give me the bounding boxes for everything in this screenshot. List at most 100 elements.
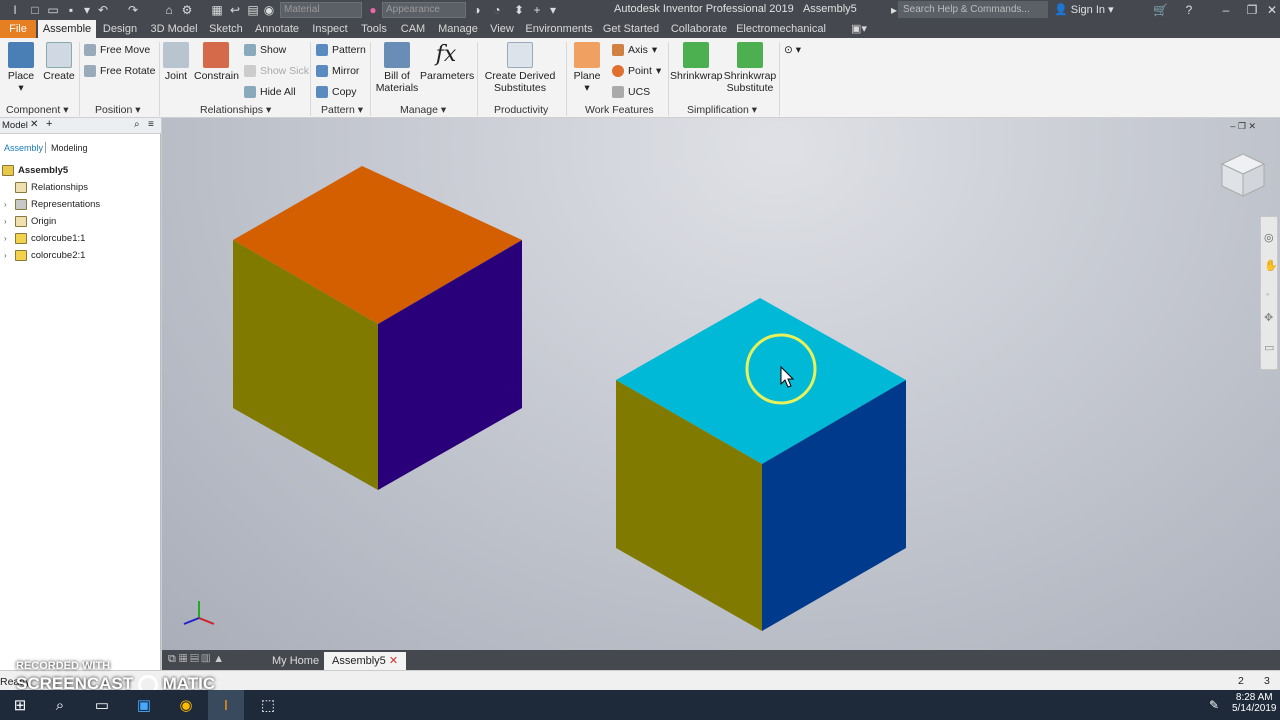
add-browser-icon[interactable]: +: [46, 118, 52, 130]
free-move-button[interactable]: Free Move: [84, 41, 150, 59]
save-dropdown-icon[interactable]: ▾: [80, 3, 94, 17]
browser-title[interactable]: Model: [2, 120, 28, 131]
ribbon-options-icon[interactable]: ▣▾: [846, 20, 872, 38]
close-button[interactable]: ✕: [1262, 2, 1280, 18]
close-tab-icon[interactable]: ✕: [389, 655, 398, 667]
clear-icon[interactable]: ◔: [490, 3, 504, 17]
new-icon[interactable]: □: [28, 3, 42, 17]
flip-icon[interactable]: ⬍: [512, 3, 526, 17]
pen-icon[interactable]: ✎: [1196, 690, 1232, 720]
graphics-viewport[interactable]: – ❐ ✕ ◎ ✋ ◦ ✥ ▭: [162, 118, 1280, 650]
tab-inspect[interactable]: Inspect: [308, 20, 352, 38]
panel-position[interactable]: Position ▾: [95, 104, 141, 116]
joint-button[interactable]: Joint: [162, 42, 190, 82]
select-icon[interactable]: ▦: [210, 3, 224, 17]
home-icon[interactable]: ⌂: [162, 3, 176, 17]
create-derived-substitutes-button[interactable]: Create Derived Substitutes: [482, 42, 558, 94]
search-icon[interactable]: ⌕: [42, 690, 78, 720]
menu-icon[interactable]: ≡: [148, 119, 154, 130]
app-menu-icon[interactable]: I: [8, 3, 22, 17]
show-sick-button[interactable]: Show Sick: [244, 62, 309, 80]
tab-assembly-view[interactable]: Assembly: [4, 143, 43, 153]
file-explorer-icon[interactable]: ▭: [84, 690, 120, 720]
panel-relationships[interactable]: Relationships ▾: [200, 104, 271, 116]
place-button[interactable]: Place ▾: [4, 42, 38, 94]
look-at-icon[interactable]: ▭: [1264, 341, 1274, 354]
material-dropdown[interactable]: Material: [280, 2, 362, 18]
show-button[interactable]: Show: [244, 41, 286, 59]
minimize-button[interactable]: –: [1216, 2, 1236, 18]
pattern-button[interactable]: Pattern: [316, 41, 366, 59]
update-icon[interactable]: ⚙: [180, 3, 194, 17]
tab-my-home[interactable]: My Home: [264, 652, 327, 670]
view-cube[interactable]: [1220, 152, 1266, 198]
pan-icon[interactable]: ✋: [1264, 259, 1278, 272]
expand-icon[interactable]: ›: [4, 234, 12, 243]
free-rotate-button[interactable]: Free Rotate: [84, 62, 155, 80]
taskbar-app-icon[interactable]: ▣: [126, 690, 162, 720]
search-icon[interactable]: ⌕: [134, 119, 140, 130]
panel-manage[interactable]: Manage ▾: [400, 104, 446, 116]
colorcube2[interactable]: [616, 298, 906, 631]
save-icon[interactable]: ▪: [64, 3, 78, 17]
tab-modeling-view[interactable]: Modeling: [51, 143, 88, 153]
measure-icon[interactable]: ▤: [246, 3, 260, 17]
steering-wheel-icon[interactable]: ◎: [1264, 231, 1274, 244]
tab-manage[interactable]: Manage: [434, 20, 482, 38]
ucs-button[interactable]: UCS: [612, 83, 650, 101]
axis-button[interactable]: Axis ▾: [612, 41, 657, 59]
tree-item-colorcube1[interactable]: › colorcube1:1: [0, 230, 85, 247]
inventor-taskbar-icon[interactable]: I: [208, 690, 244, 720]
create-button[interactable]: Create: [42, 42, 76, 82]
start-icon[interactable]: ⊞: [2, 690, 38, 720]
tab-sketch[interactable]: Sketch: [206, 20, 246, 38]
tab-cam[interactable]: CAM: [396, 20, 430, 38]
tree-item-colorcube2[interactable]: › colorcube2:1: [0, 247, 85, 264]
mirror-button[interactable]: Mirror: [316, 62, 359, 80]
add-icon[interactable]: +: [530, 3, 544, 17]
bill-of-materials-button[interactable]: Bill of Materials: [374, 42, 420, 94]
ribbon-dropdown-icon[interactable]: ⊙ ▾: [784, 41, 801, 59]
tab-file[interactable]: File: [0, 20, 36, 38]
tab-collaborate[interactable]: Collaborate: [668, 20, 730, 38]
clock[interactable]: 8:28 AM 5/14/2019: [1232, 692, 1277, 714]
shrinkwrap-substitute-button[interactable]: Shrinkwrap Substitute: [722, 42, 778, 94]
return-icon[interactable]: ↩: [228, 3, 242, 17]
copy-button[interactable]: Copy: [316, 83, 357, 101]
tab-environments[interactable]: Environments: [524, 20, 594, 38]
tab-electromechanical[interactable]: Electromechanical: [736, 20, 826, 38]
plane-button[interactable]: Plane ▾: [570, 42, 604, 94]
orbit-icon[interactable]: ✥: [1264, 311, 1273, 324]
globe-icon[interactable]: ◉: [262, 3, 276, 17]
tab-design[interactable]: Design: [98, 20, 142, 38]
constrain-button[interactable]: Constrain: [194, 42, 239, 82]
chrome-icon[interactable]: ◉: [168, 690, 204, 720]
tab-view[interactable]: View: [486, 20, 518, 38]
tree-item-relationships[interactable]: Relationships: [0, 179, 88, 196]
tree-item-representations[interactable]: › Representations: [0, 196, 100, 213]
panel-component[interactable]: Component ▾: [6, 104, 69, 116]
tab-3d-model[interactable]: 3D Model: [146, 20, 202, 38]
hide-all-button[interactable]: Hide All: [244, 83, 296, 101]
appearance-dropdown[interactable]: Appearance: [382, 2, 466, 18]
search-input[interactable]: Search Help & Commands...: [898, 1, 1048, 18]
restore-button[interactable]: ❐: [1242, 2, 1262, 18]
tab-tools[interactable]: Tools: [358, 20, 390, 38]
point-button[interactable]: Point ▾: [612, 62, 661, 80]
help-icon[interactable]: ?: [1182, 3, 1196, 17]
tab-assemble[interactable]: Assemble: [38, 20, 96, 38]
panel-pattern[interactable]: Pattern ▾: [321, 104, 363, 116]
cart-icon[interactable]: 🛒: [1153, 3, 1168, 17]
parameters-button[interactable]: fx Parameters: [420, 42, 474, 82]
expand-icon[interactable]: ›: [4, 217, 12, 226]
snip-icon[interactable]: ⬚: [250, 690, 286, 720]
tab-assembly5[interactable]: Assembly5 ✕: [324, 652, 407, 670]
close-browser-icon[interactable]: ✕: [30, 119, 38, 130]
undo-icon[interactable]: ↶: [96, 3, 110, 17]
colorcube1[interactable]: [233, 166, 522, 490]
tree-root[interactable]: Assembly5: [0, 162, 68, 179]
redo-icon[interactable]: ↷: [126, 3, 140, 17]
tab-get-started[interactable]: Get Started: [600, 20, 662, 38]
sign-in-link[interactable]: 👤 Sign In ▾: [1054, 3, 1114, 16]
expand-icon[interactable]: ›: [4, 200, 12, 209]
